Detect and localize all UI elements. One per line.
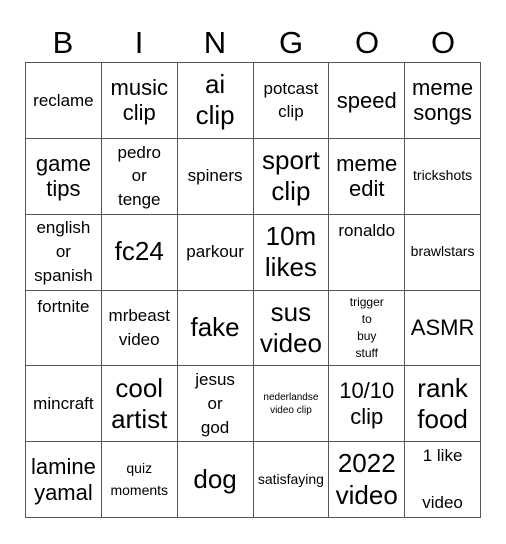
bingo-cell-label: mincraft xyxy=(33,393,94,413)
bingo-cell-label: potcast clip xyxy=(263,78,319,122)
bingo-cell[interactable]: dog xyxy=(177,442,254,518)
bingo-cell-label: 2022 video xyxy=(335,448,398,510)
bingo-cell[interactable]: ai clip xyxy=(177,63,254,139)
bingo-cell[interactable]: satisfaying xyxy=(253,442,330,518)
bingo-cell[interactable]: ronaldo xyxy=(329,214,406,291)
bingo-cell[interactable]: 2022 video xyxy=(329,442,406,518)
bingo-cell[interactable]: mrbeast video xyxy=(101,290,178,367)
header-letter: G xyxy=(278,25,304,60)
bingo-cell[interactable]: ASMR xyxy=(405,290,481,367)
bingo-cell-label: ai clip xyxy=(195,69,235,131)
bingo-cell[interactable]: speed xyxy=(329,63,406,139)
bingo-cell[interactable]: 10/10 clip xyxy=(329,366,406,443)
bingo-cell[interactable]: meme edit xyxy=(329,138,406,215)
bingo-cell[interactable]: fortnite xyxy=(26,290,102,367)
bingo-cell-label: 1 like video xyxy=(422,445,463,513)
bingo-cell-label: meme edit xyxy=(336,150,398,202)
bingo-cell[interactable]: sus video xyxy=(253,290,330,367)
header-letter: B xyxy=(52,25,74,60)
bingo-cell-label: 10/10 clip xyxy=(339,378,395,429)
bingo-cell[interactable]: fc24 xyxy=(101,214,178,291)
bingo-cell[interactable]: sport clip xyxy=(253,138,330,215)
bingo-cell-label: rank food xyxy=(417,372,468,434)
bingo-cell-label: lamine yamal xyxy=(31,454,96,505)
bingo-cell-label: trigger to buy stuff xyxy=(349,295,384,360)
bingo-cell-label: brawlstars xyxy=(410,243,475,260)
bingo-cell-label: quiz moments xyxy=(110,459,169,498)
bingo-cell-label: music clip xyxy=(110,75,168,126)
bingo-cell[interactable]: lamine yamal xyxy=(26,442,102,518)
bingo-cell-label: ASMR xyxy=(410,315,475,341)
bingo-cell[interactable]: brawlstars xyxy=(405,214,481,291)
bingo-cell[interactable]: 1 like video xyxy=(405,442,481,518)
bingo-cell-label: speed xyxy=(336,87,397,113)
bingo-cell[interactable]: jesus or god xyxy=(177,366,254,443)
bingo-cell-label: meme songs xyxy=(412,75,474,126)
header-letter: N xyxy=(203,25,227,60)
bingo-cell[interactable]: mincraft xyxy=(26,366,102,443)
bingo-cell[interactable]: spiners xyxy=(177,138,254,215)
bingo-cell-label: sport clip xyxy=(262,145,320,207)
bingo-cell-label: game tips xyxy=(35,150,91,202)
bingo-cell-label: pedro or tenge xyxy=(117,142,161,210)
bingo-cell-label: sus video xyxy=(259,296,322,358)
bingo-cell[interactable]: reclame xyxy=(26,63,102,139)
header-letter: O xyxy=(354,25,380,60)
bingo-cell-label: english or spanish xyxy=(34,218,93,285)
bingo-cell[interactable]: trigger to buy stuff xyxy=(329,290,406,367)
bingo-cell-label: 10m likes xyxy=(264,220,317,283)
bingo-grid: reclame music clip ai clip potcast clip spee… xyxy=(25,62,481,518)
bingo-cell-label: satisfaying xyxy=(257,470,324,487)
bingo-cell[interactable]: fake xyxy=(177,290,254,367)
bingo-cell[interactable]: music clip xyxy=(101,63,178,139)
bingo-cell-label: jesus or god xyxy=(195,370,235,437)
header-letter: I xyxy=(134,25,144,60)
bingo-cell[interactable]: trickshots xyxy=(405,138,481,215)
bingo-cell-label: reclame xyxy=(33,90,94,110)
bingo-cell-label: parkour xyxy=(186,242,244,262)
bingo-cell[interactable]: pedro or tenge xyxy=(101,138,178,215)
bingo-cell-label: trickshots xyxy=(413,167,473,184)
bingo-cell[interactable]: cool artist xyxy=(101,366,178,443)
bingo-cell-label: fc24 xyxy=(114,236,164,267)
bingo-cell[interactable]: nederlandse video clip xyxy=(253,366,330,443)
bingo-cell[interactable]: rank food xyxy=(405,366,481,443)
bingo-cell-label: ronaldo xyxy=(338,220,396,240)
bingo-cell-label: fortnite xyxy=(37,296,90,316)
bingo-cell[interactable]: potcast clip xyxy=(253,63,330,139)
bingo-cell[interactable]: game tips xyxy=(26,138,102,215)
bingo-cell[interactable]: parkour xyxy=(177,214,254,291)
bingo-cell[interactable]: meme songs xyxy=(405,63,481,139)
bingo-cell[interactable]: quiz moments xyxy=(101,442,178,518)
bingo-cell-label: cool artist xyxy=(111,372,168,434)
header-letter: O xyxy=(430,25,456,60)
bingo-cell-label: mrbeast video xyxy=(108,306,170,349)
bingo-header: B I N G O O xyxy=(25,24,481,62)
bingo-cell-label: dog xyxy=(193,463,237,494)
bingo-cell-label: nederlandse video clip xyxy=(263,391,319,416)
bingo-cell[interactable]: english or spanish xyxy=(26,214,102,291)
bingo-cell[interactable]: 10m likes xyxy=(253,214,330,291)
bingo-cell-label: fake xyxy=(190,312,240,343)
bingo-cell-label: spiners xyxy=(187,166,243,186)
